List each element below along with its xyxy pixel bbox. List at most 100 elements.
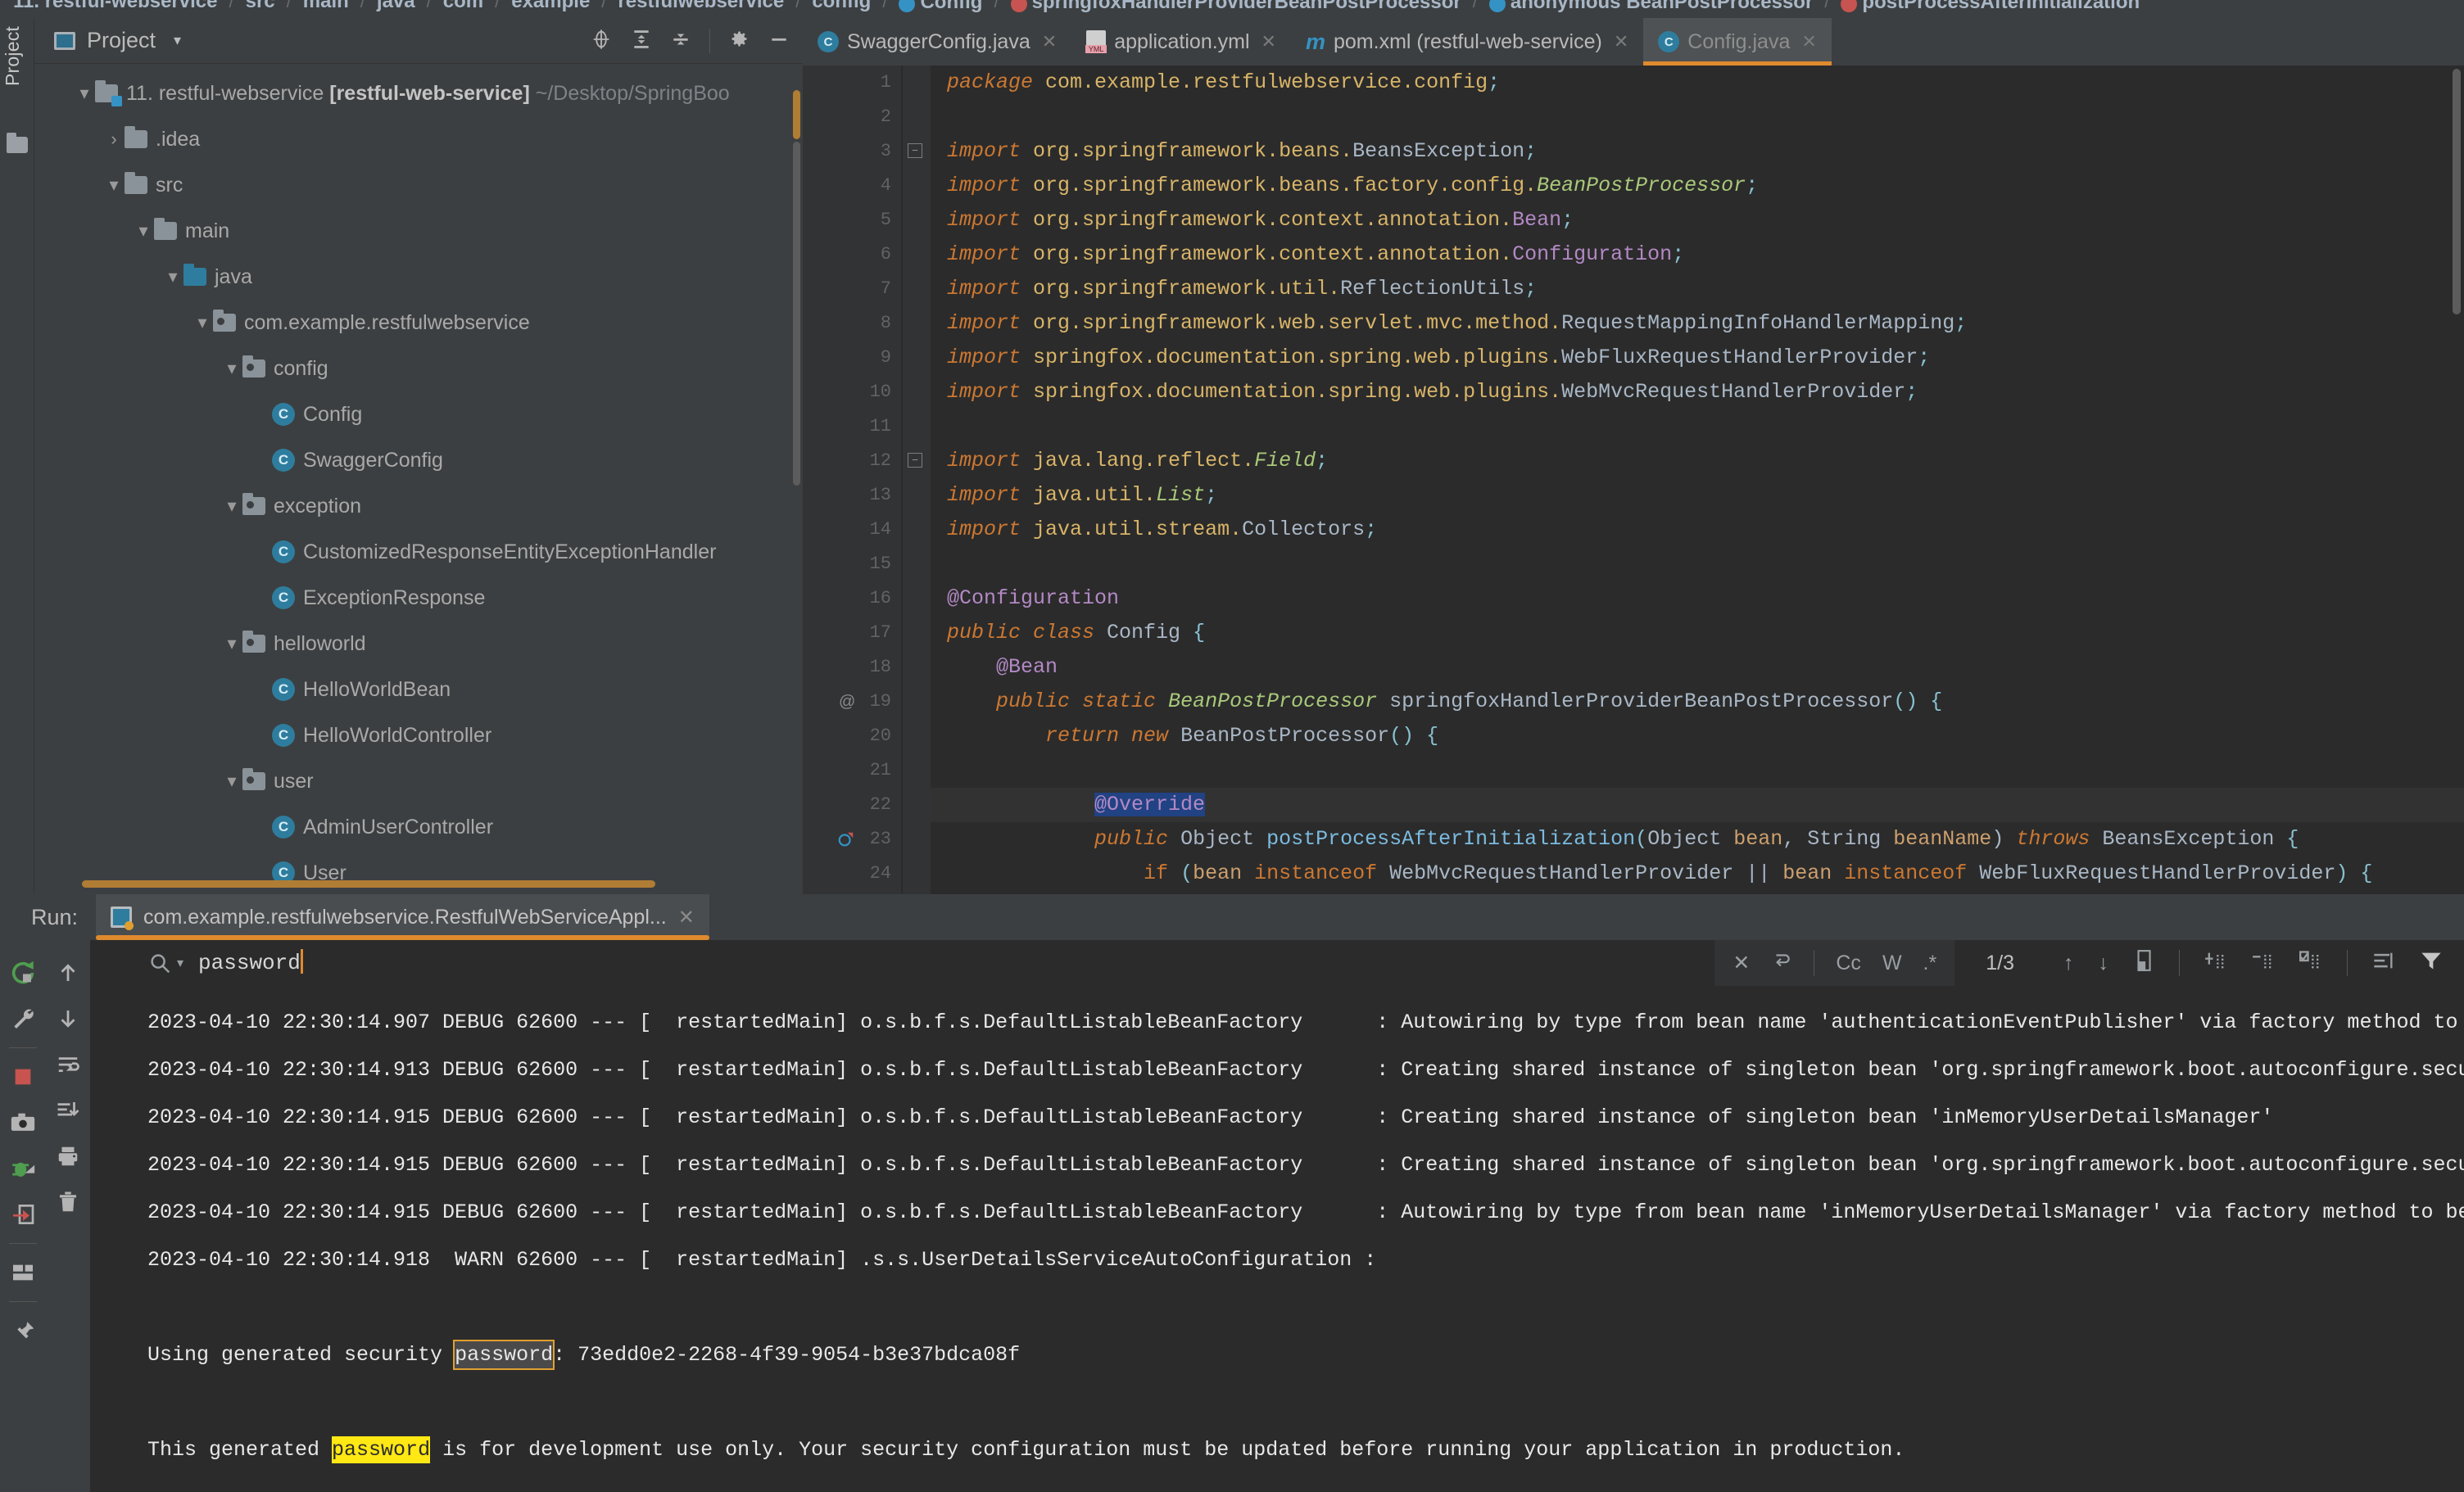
export-icon[interactable]	[4, 1191, 42, 1237]
chevron-right-icon[interactable]: ›	[103, 129, 125, 150]
fold-toggle-icon[interactable]: −	[908, 453, 922, 468]
breadcrumb-item[interactable]: postProcessAfterInitialization	[1841, 0, 2140, 18]
wrap-around-icon[interactable]	[1771, 950, 1792, 977]
minimize-icon[interactable]	[768, 29, 790, 53]
regex-toggle[interactable]: .*	[1923, 952, 1937, 975]
fold-toggle-icon[interactable]: −	[908, 143, 922, 158]
chevron-down-icon[interactable]: ▾	[221, 633, 242, 654]
clear-search-icon[interactable]: ✕	[1732, 951, 1750, 975]
whole-words-toggle[interactable]: W	[1882, 952, 1902, 975]
editor-tab[interactable]: C Config.java ✕	[1643, 18, 1832, 66]
soft-wrap-icon[interactable]	[49, 1042, 87, 1087]
scroll-down-icon[interactable]	[49, 996, 87, 1042]
tree-item[interactable]: ▾ src	[34, 162, 803, 208]
tree-item[interactable]: C AdminUserController	[34, 804, 803, 850]
tree-item[interactable]: ▾ 11. restful-webservice [restful-web-ser…	[34, 70, 803, 116]
stop-icon[interactable]	[4, 1054, 42, 1100]
chevron-down-icon[interactable]: ▾	[192, 312, 213, 333]
trash-icon[interactable]	[49, 1179, 87, 1225]
chevron-down-icon[interactable]: ▾	[74, 83, 95, 104]
annotation-gutter-icon[interactable]: @	[839, 693, 855, 712]
code-token: ;	[1365, 518, 1378, 541]
tree-item[interactable]: C SwaggerConfig	[34, 437, 803, 483]
breadcrumb-item[interactable]: com	[443, 0, 483, 18]
fold-column[interactable]: − −	[903, 66, 931, 894]
gear-icon[interactable]	[728, 28, 750, 53]
collapse-all-icon[interactable]	[670, 29, 691, 53]
chevron-down-icon[interactable]: ▾	[221, 358, 242, 379]
breadcrumb-item[interactable]: src	[246, 0, 275, 18]
vertical-scrollbar[interactable]	[793, 142, 800, 486]
code-token: @Bean	[996, 655, 1058, 679]
pin-icon[interactable]	[4, 1308, 42, 1354]
expand-all-icon[interactable]	[631, 29, 652, 53]
match-case-toggle[interactable]: Cc	[1836, 952, 1861, 975]
chevron-down-icon[interactable]: ▾	[133, 220, 154, 242]
scroll-to-end-icon[interactable]	[49, 1087, 87, 1133]
scroll-up-icon[interactable]	[49, 950, 87, 996]
tree-item[interactable]: C HelloWorldController	[34, 712, 803, 758]
layout-icon[interactable]	[4, 1250, 42, 1295]
close-icon[interactable]: ✕	[678, 906, 695, 929]
tree-item[interactable]: C HelloWorldBean	[34, 667, 803, 712]
close-icon[interactable]: ✕	[1614, 31, 1628, 52]
debug-icon[interactable]	[4, 1146, 42, 1191]
tree-item[interactable]: ▾ config	[34, 346, 803, 391]
close-icon[interactable]: ✕	[1042, 31, 1057, 52]
editor-vertical-scrollbar[interactable]	[2453, 69, 2461, 314]
tree-item[interactable]: ▾ main	[34, 208, 803, 254]
filter-icon[interactable]	[2420, 949, 2443, 978]
print-icon[interactable]	[49, 1133, 87, 1179]
tree-item[interactable]: › .idea	[34, 116, 803, 162]
folder-icon[interactable]	[7, 133, 28, 153]
chevron-down-icon[interactable]: ▾	[221, 771, 242, 792]
tree-item[interactable]: ▾ exception	[34, 483, 803, 529]
override-marker-icon[interactable]	[837, 830, 855, 848]
tree-item[interactable]: C CustomizedResponseEntityExceptionHandle…	[34, 529, 803, 575]
breadcrumb-item[interactable]: 11. restful-webservice	[13, 0, 217, 18]
next-match-icon[interactable]: ↓	[2099, 952, 2109, 975]
editor-tab[interactable]: application.yml ✕	[1071, 18, 1291, 66]
tree-item[interactable]: C ExceptionResponse	[34, 575, 803, 621]
close-icon[interactable]: ✕	[1261, 31, 1276, 52]
search-input[interactable]: password	[198, 949, 303, 975]
chevron-down-icon[interactable]: ▾	[174, 32, 181, 49]
breadcrumb-item[interactable]: restfulwebservice	[618, 0, 784, 18]
previous-match-icon[interactable]: ↑	[2063, 952, 2074, 975]
breadcrumb-item[interactable]: example	[511, 0, 590, 18]
camera-icon[interactable]	[4, 1100, 42, 1146]
wrench-icon[interactable]	[4, 996, 42, 1042]
console-output[interactable]: 2023-04-10 22:30:14.907 DEBUG 62600 --- …	[90, 986, 2464, 1492]
collapse-lines-icon[interactable]	[2252, 949, 2275, 978]
breadcrumb-item[interactable]: springfoxHandlerProviderBeanPostProcesso…	[1010, 0, 1461, 18]
vertical-scrollbar-thumb-top[interactable]	[793, 90, 800, 139]
breadcrumb-item[interactable]: Config	[899, 0, 982, 18]
expand-lines-icon[interactable]	[2204, 949, 2227, 978]
code-editor[interactable]: 1 2 3 4 5 6 7 8 9 10 11 12 13 14 15 16 17 18 19 @20 21 22 23 24…	[803, 66, 2464, 894]
tree-item[interactable]: ▾ user	[34, 758, 803, 804]
tree-item[interactable]: ▾ helloworld	[34, 621, 803, 667]
toggle-lines-icon[interactable]	[2299, 949, 2322, 978]
project-tool-window-button[interactable]: Project	[2, 26, 33, 86]
breadcrumb-item[interactable]: anonymous BeanPostProcessor	[1488, 0, 1813, 18]
rerun-icon[interactable]	[4, 950, 42, 996]
editor-tab[interactable]: C SwaggerConfig.java ✕	[803, 18, 1071, 66]
chevron-down-icon[interactable]: ▾	[162, 266, 183, 287]
editor-tab[interactable]: m pom.xml (restful-web-service) ✕	[1291, 18, 1643, 66]
horizontal-scrollbar[interactable]	[82, 880, 655, 888]
close-icon[interactable]: ✕	[1801, 31, 1816, 52]
search-icon[interactable]: ▾	[147, 951, 183, 975]
breadcrumb-item[interactable]: main	[303, 0, 349, 18]
code-content[interactable]: package com.example.restfulwebservice.co…	[931, 66, 2464, 894]
soft-wrap-lines-icon[interactable]	[2372, 949, 2395, 978]
chevron-down-icon[interactable]: ▾	[221, 495, 242, 517]
breadcrumb-item[interactable]: java	[377, 0, 415, 18]
breadcrumb-item[interactable]: config	[812, 0, 871, 18]
tree-item[interactable]: ▾ com.example.restfulwebservice	[34, 300, 803, 346]
select-all-occurrences-icon[interactable]	[2133, 949, 2154, 978]
tree-item[interactable]: ▾ java	[34, 254, 803, 300]
locate-icon[interactable]	[590, 28, 613, 54]
run-configuration-tab[interactable]: com.example.restfulwebservice.RestfulWeb…	[96, 894, 709, 940]
chevron-down-icon[interactable]: ▾	[103, 174, 125, 196]
tree-item[interactable]: C Config	[34, 391, 803, 437]
